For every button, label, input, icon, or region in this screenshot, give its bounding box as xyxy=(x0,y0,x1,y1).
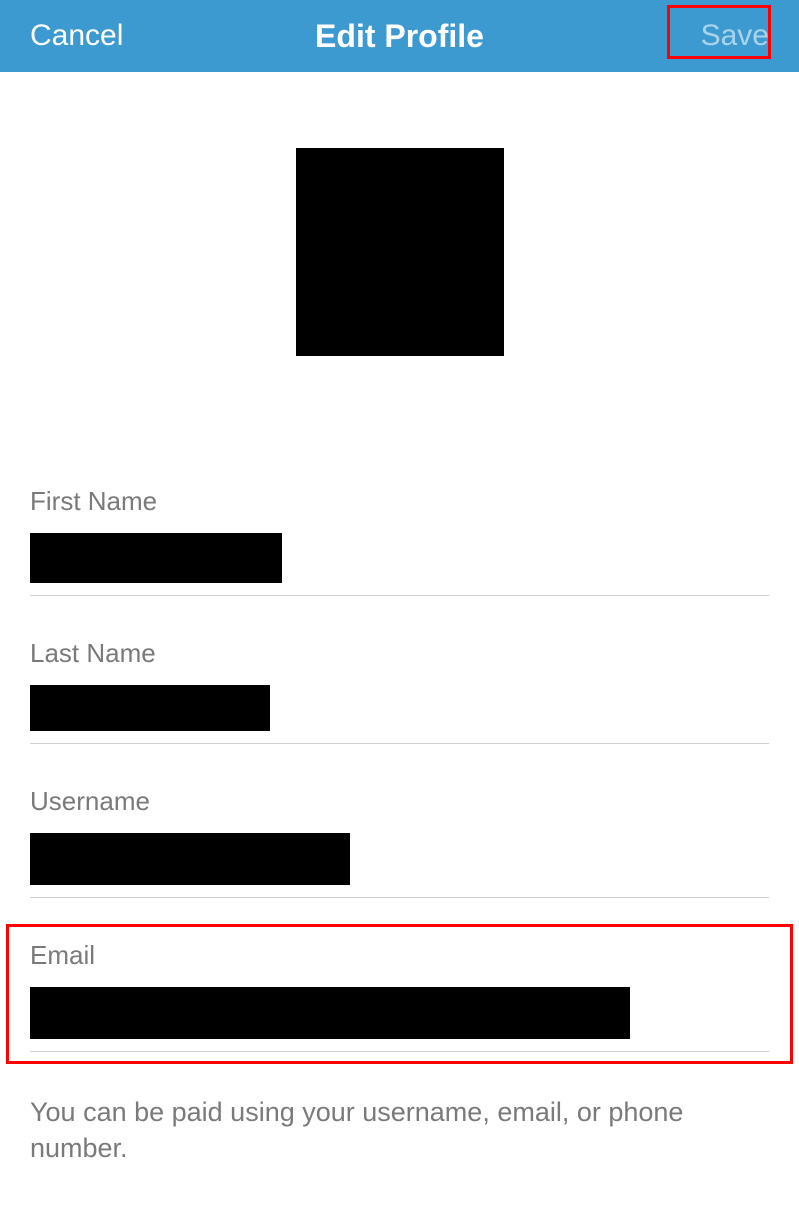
last-name-input[interactable] xyxy=(30,685,270,731)
email-container: Email xyxy=(30,940,769,1052)
first-name-label: First Name xyxy=(30,486,769,517)
first-name-field: First Name xyxy=(30,486,769,596)
save-highlight-box xyxy=(667,5,771,59)
username-label: Username xyxy=(30,786,769,817)
profile-avatar[interactable] xyxy=(296,148,504,356)
first-name-input[interactable] xyxy=(30,533,282,583)
content-area: First Name Last Name Username Email You … xyxy=(0,72,799,1167)
last-name-field: Last Name xyxy=(30,638,769,744)
last-name-label: Last Name xyxy=(30,638,769,669)
avatar-section xyxy=(30,72,769,486)
username-field: Username xyxy=(30,786,769,898)
help-text: You can be paid using your username, ema… xyxy=(30,1094,769,1167)
username-input[interactable] xyxy=(30,833,350,885)
cancel-button[interactable]: Cancel xyxy=(30,19,123,53)
page-title: Edit Profile xyxy=(315,18,484,55)
email-highlight-box xyxy=(6,924,793,1064)
